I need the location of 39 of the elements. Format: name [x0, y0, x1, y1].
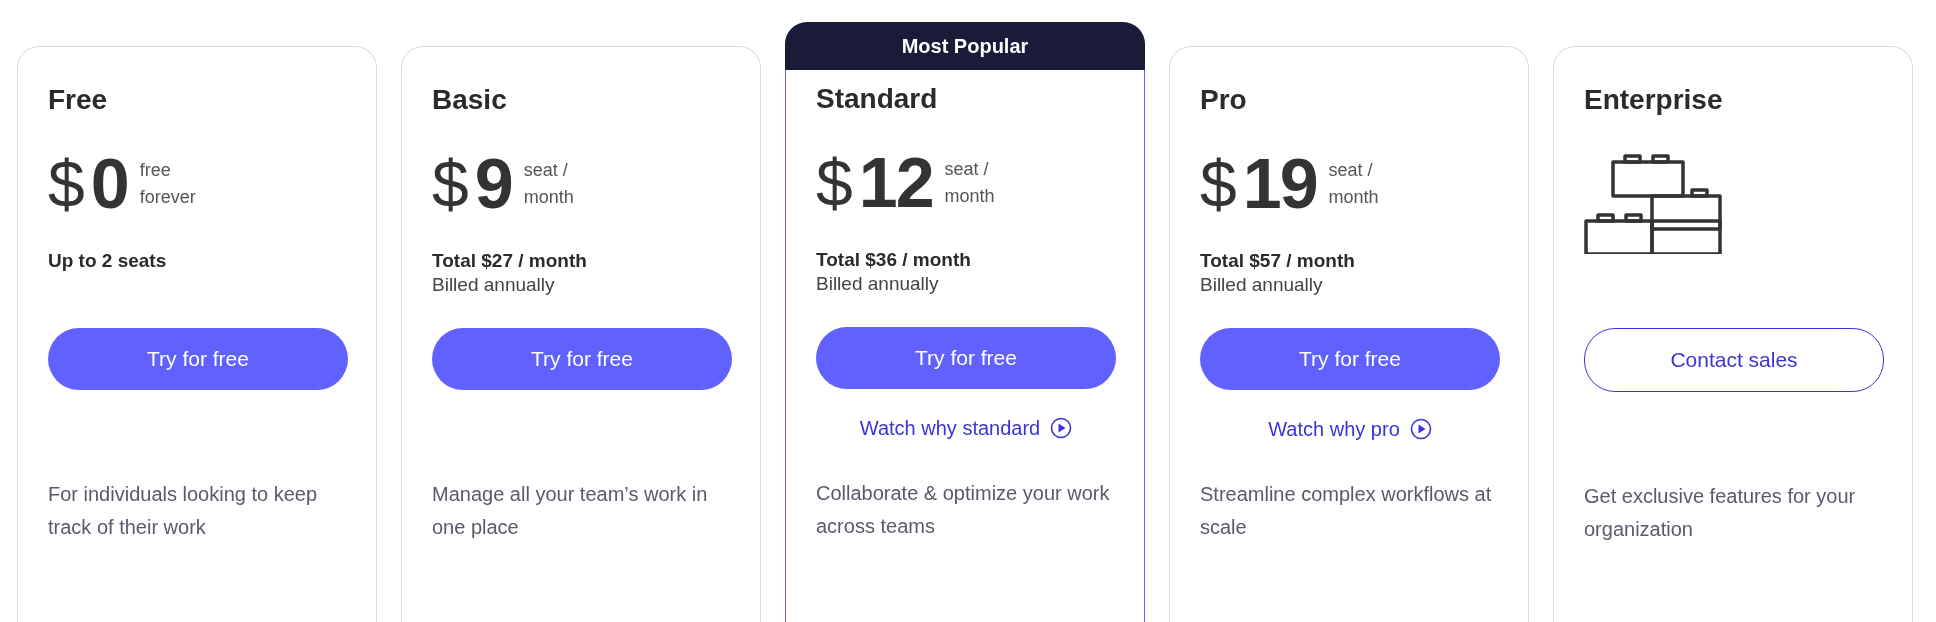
billing-note: Billed annually	[432, 274, 556, 296]
currency-sign: $	[48, 146, 85, 222]
currency-sign: $	[1200, 146, 1237, 222]
plan-description: Collaborate & optimize your work across teams	[816, 481, 1111, 539]
price-amount: 9	[474, 144, 512, 224]
currency-sign: $	[432, 146, 469, 222]
billing-note: Billed annually	[816, 273, 940, 295]
price-unit: seat / month	[1328, 159, 1379, 209]
plan-description: Streamline complex workflows at scale	[1200, 482, 1493, 540]
seat-summary: Total $36 / month	[816, 249, 972, 271]
play-icon[interactable]	[1050, 417, 1073, 439]
contact-button[interactable]: Contact sales	[1584, 328, 1884, 392]
popular-badge: Most Popular	[785, 22, 1145, 70]
plan-description: Get exclusive features for your organization	[1584, 484, 1857, 542]
price-unit: seat / month	[523, 159, 574, 209]
trial-button[interactable]: Try for free	[1200, 328, 1500, 390]
price-amount: 0	[90, 144, 128, 224]
plan-description: Manage all your team’s work in one place	[432, 482, 709, 540]
trial-button[interactable]: Try for free	[816, 327, 1116, 389]
play-icon[interactable]	[1409, 418, 1432, 440]
billing-note: Billed annually	[1200, 274, 1324, 296]
seat-summary: Up to 2 seats	[48, 250, 168, 272]
plan-description: For individuals looking to keep track of their work	[48, 482, 319, 540]
video-link[interactable]: Watch why pro	[1268, 417, 1400, 441]
plan-name: Pro	[1200, 84, 1248, 117]
trial-button[interactable]: Try for free	[432, 328, 732, 390]
plan-name: Free	[48, 84, 109, 117]
currency-sign: $	[816, 145, 853, 221]
video-link[interactable]: Watch why standard	[859, 416, 1041, 440]
plan-name: Enterprise	[1584, 84, 1724, 117]
plan-name: Basic	[432, 84, 508, 117]
trial-button[interactable]: Try for free	[48, 328, 348, 390]
seat-summary: Total $27 / month	[432, 250, 588, 272]
plan-name: Standard	[816, 83, 939, 116]
seat-summary: Total $57 / month	[1200, 250, 1356, 272]
price-amount: 12	[858, 143, 933, 223]
price-amount: 19	[1242, 144, 1317, 224]
price-unit: seat / month	[944, 158, 995, 208]
price-unit: free forever	[139, 159, 196, 209]
